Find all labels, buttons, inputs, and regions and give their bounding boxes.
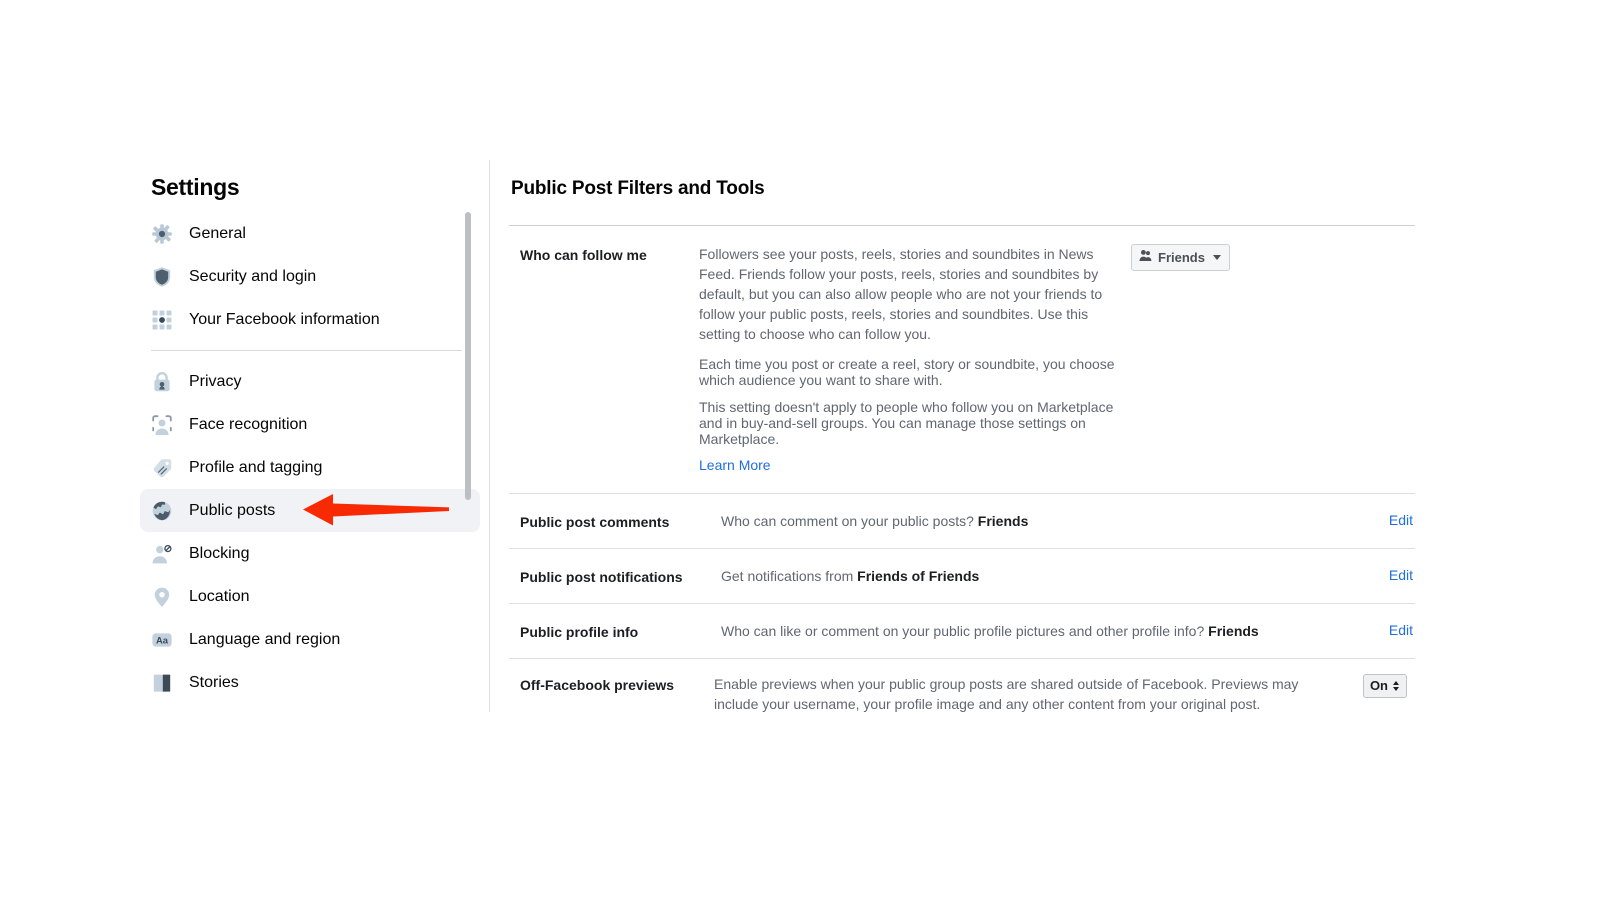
- row-label: Off-Facebook previews: [520, 677, 675, 693]
- row-description: Who can comment on your public posts? Fr…: [699, 511, 1315, 531]
- follow-description-3: This setting doesn't apply to people who…: [699, 399, 1114, 447]
- tag-icon: [151, 457, 173, 479]
- lock-icon: [151, 371, 173, 393]
- row-label: Public post comments: [520, 514, 670, 530]
- sidebar-item-label: Blocking: [189, 544, 250, 562]
- language-aa-icon: Aa: [151, 629, 173, 651]
- setting-row-public-post-notifications: Public post notifications Get notificati…: [509, 549, 1415, 604]
- settings-nav-list: General Security and login Your Facebook…: [140, 212, 480, 704]
- sidebar-scrollbar-thumb[interactable]: [465, 212, 471, 500]
- grid-dots-icon: [151, 309, 173, 331]
- sidebar-item-profile-and-tagging[interactable]: Profile and tagging: [140, 446, 480, 489]
- sidebar-item-label: Language and region: [189, 630, 341, 648]
- follow-description-2: Each time you post or create a reel, sto…: [699, 356, 1115, 388]
- row-action: Edit: [1315, 621, 1415, 638]
- svg-text:Aa: Aa: [156, 634, 169, 645]
- row-description-prefix: Get notifications from: [721, 568, 858, 584]
- sidebar-item-public-posts[interactable]: Public posts: [140, 489, 480, 532]
- edit-button[interactable]: Edit: [1389, 621, 1413, 638]
- row-action: On: [1309, 674, 1409, 698]
- learn-more-link[interactable]: Learn More: [699, 457, 771, 473]
- row-description: Followers see your posts, reels, stories…: [699, 244, 1131, 475]
- settings-sidebar: Settings General Security and login Your…: [140, 160, 490, 712]
- row-description-prefix: Who can comment on your public posts?: [721, 513, 978, 529]
- setting-row-who-can-follow-me: Who can follow me Followers see your pos…: [509, 226, 1415, 494]
- edit-button[interactable]: Edit: [1389, 566, 1413, 583]
- row-description-value: Friends of Friends: [857, 568, 980, 584]
- row-description: Enable previews when your public group p…: [714, 676, 1299, 712]
- sidebar-item-label: Profile and tagging: [189, 458, 323, 476]
- sidebar-item-label: Stories: [189, 673, 239, 691]
- row-label: Who can follow me: [520, 247, 647, 263]
- row-description-prefix: Who can like or comment on your public p…: [721, 623, 1209, 639]
- audience-selector-button[interactable]: Friends: [1131, 244, 1230, 271]
- sidebar-item-general[interactable]: General: [140, 212, 480, 255]
- sidebar-item-security-and-login[interactable]: Security and login: [140, 255, 480, 298]
- row-description-value: Friends: [977, 513, 1029, 529]
- friends-icon: [1139, 249, 1152, 266]
- chevron-down-icon: [1212, 255, 1221, 260]
- row-description: Get notifications from Friends of Friend…: [699, 566, 1315, 586]
- setting-row-off-facebook-previews: Off-Facebook previews Enable previews wh…: [509, 659, 1415, 730]
- sidebar-item-location[interactable]: Location: [140, 575, 480, 618]
- setting-row-public-post-comments: Public post comments Who can comment on …: [509, 494, 1415, 549]
- book-icon: [151, 672, 173, 694]
- sidebar-divider: [151, 350, 462, 351]
- sidebar-item-label: Public posts: [189, 501, 276, 519]
- sidebar-item-label: Face recognition: [189, 415, 308, 433]
- section-heading: Public Post Filters and Tools: [511, 178, 765, 199]
- sidebar-item-privacy[interactable]: Privacy: [140, 360, 480, 403]
- sidebar-item-stories[interactable]: Stories: [140, 661, 480, 704]
- sidebar-item-label: General: [189, 224, 246, 242]
- shield-icon: [151, 266, 173, 288]
- gear-icon: [151, 223, 173, 245]
- sidebar-item-face-recognition[interactable]: Face recognition: [140, 403, 480, 446]
- row-label: Public post notifications: [520, 569, 683, 585]
- person-block-icon: [151, 543, 173, 565]
- sidebar-item-your-facebook-information[interactable]: Your Facebook information: [140, 298, 480, 341]
- location-pin-icon: [151, 586, 173, 608]
- sidebar-item-label: Privacy: [189, 372, 242, 390]
- sidebar-item-label: Your Facebook information: [189, 310, 380, 328]
- row-action: Edit: [1315, 511, 1415, 528]
- up-down-arrows-icon: [1392, 680, 1400, 692]
- audience-value: Friends: [1158, 249, 1205, 265]
- edit-button[interactable]: Edit: [1389, 511, 1413, 528]
- row-description-value: Friends: [1208, 623, 1259, 639]
- row-action: Friends: [1131, 244, 1232, 271]
- sidebar-item-label: Security and login: [189, 267, 317, 285]
- row-description: Who can like or comment on your public p…: [699, 621, 1315, 641]
- sidebar-item-language-and-region[interactable]: Aa Language and region: [140, 618, 480, 661]
- toggle-value: On: [1369, 678, 1388, 693]
- row-action: Edit: [1315, 566, 1415, 583]
- page-title: Settings: [151, 174, 240, 200]
- globe-icon: [151, 500, 173, 522]
- sidebar-item-label: Location: [189, 587, 250, 605]
- main-content: Public Post Filters and Tools Who can fo…: [509, 170, 1415, 730]
- sidebar-item-blocking[interactable]: Blocking: [140, 532, 480, 575]
- follow-description-1: Followers see your posts, reels, stories…: [699, 246, 1103, 342]
- setting-row-public-profile-info: Public profile info Who can like or comm…: [509, 604, 1415, 659]
- app-root: Settings General Security and login Your…: [0, 0, 1600, 900]
- off-facebook-previews-toggle[interactable]: On: [1362, 674, 1407, 698]
- face-scan-icon: [151, 414, 173, 436]
- row-label: Public profile info: [520, 624, 639, 640]
- sidebar-scrollbar-track[interactable]: [465, 160, 480, 712]
